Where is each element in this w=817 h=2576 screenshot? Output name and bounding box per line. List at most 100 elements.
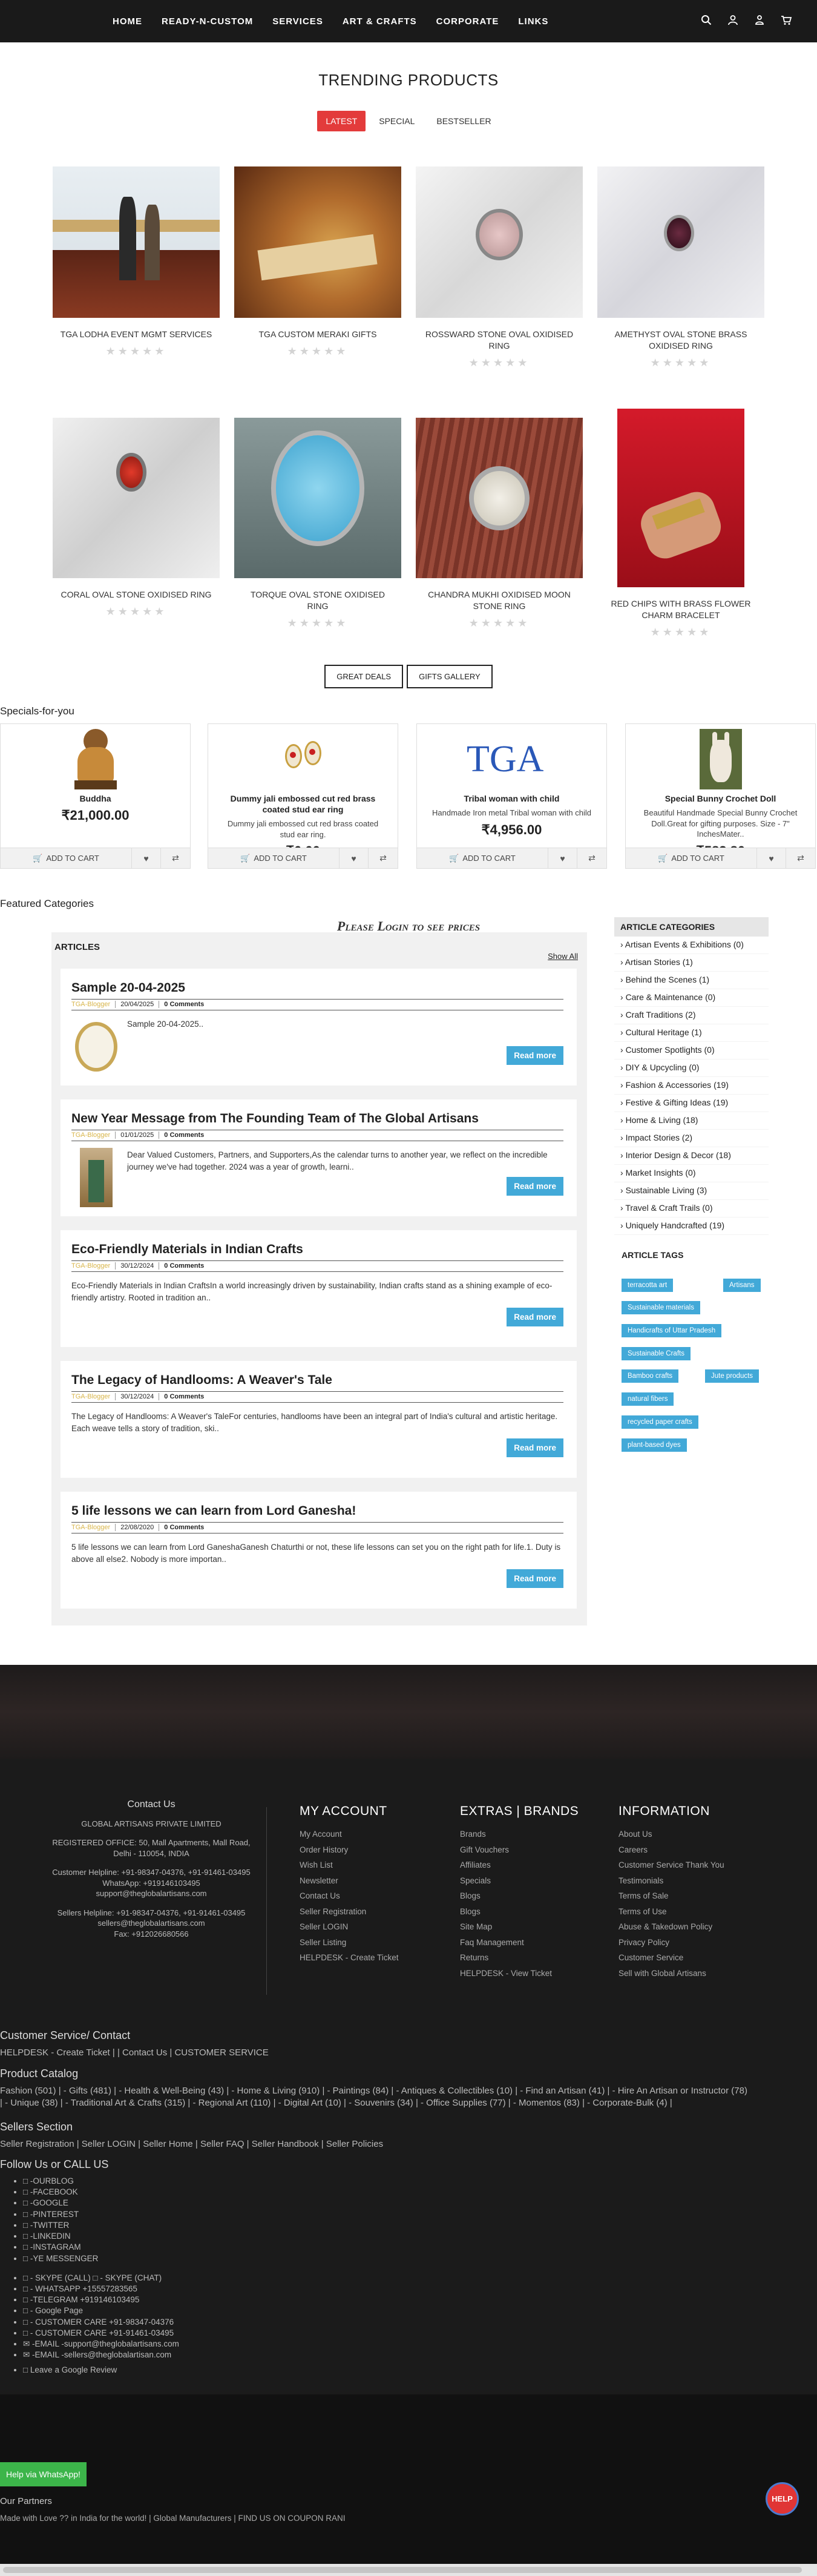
special-product-name[interactable]: Buddha (1, 793, 190, 804)
contact-link[interactable]: □ - SKYPE (CALL) □ - SKYPE (CHAT) (23, 2273, 817, 2284)
product-name[interactable]: CHANDRA MUKHI OXIDISED MOON STONE RING (416, 589, 583, 612)
article-category-item[interactable]: DIY & Upcycling (0) (614, 1059, 769, 1077)
wishlist-heart-icon[interactable]: ♥ (757, 848, 786, 868)
footer-link[interactable]: Order History (300, 1845, 399, 1861)
support-email[interactable]: support@theglobalartisans.com (48, 1888, 254, 1899)
nav-item-home[interactable]: HOME (103, 16, 152, 27)
search-icon[interactable] (700, 13, 713, 27)
article-category-item[interactable]: Customer Spotlights (0) (614, 1042, 769, 1059)
read-more-button[interactable]: Read more (507, 1046, 563, 1065)
tab-special[interactable]: SPECIAL (370, 111, 423, 131)
social-link[interactable]: □ -TWITTER (23, 2220, 817, 2231)
article-category-item[interactable]: Uniquely Handcrafted (19) (614, 1217, 769, 1235)
read-more-button[interactable]: Read more (507, 1308, 563, 1326)
article-category-item[interactable]: Impact Stories (2) (614, 1130, 769, 1147)
product-image[interactable] (234, 418, 401, 578)
special-product-image[interactable] (697, 729, 745, 789)
article-category-item[interactable]: Home & Living (18) (614, 1112, 769, 1130)
nav-item-services[interactable]: SERVICES (263, 16, 333, 27)
footer-link[interactable]: Sell with Global Artisans (618, 1969, 724, 1985)
article-category-item[interactable]: Sustainable Living (3) (614, 1182, 769, 1200)
show-all-link[interactable]: Show All (548, 952, 578, 961)
nav-item-links[interactable]: LINKS (508, 16, 558, 27)
special-product-image[interactable]: TGA (460, 729, 563, 789)
article-category-item[interactable]: Market Insights (0) (614, 1165, 769, 1182)
special-product-card[interactable]: TGA Tribal woman with child Handmade Iron … (416, 723, 607, 869)
cart-icon[interactable] (779, 13, 793, 27)
article-tag[interactable]: terracotta art (622, 1279, 674, 1292)
footer-link[interactable]: Privacy Policy (618, 1938, 724, 1954)
special-product-image[interactable] (71, 729, 120, 789)
article-category-item[interactable]: Cultural Heritage (1) (614, 1024, 769, 1042)
article-comments[interactable]: 0 Comments (159, 1262, 204, 1270)
product-image[interactable] (416, 418, 583, 578)
article-author[interactable]: TGA-Blogger (71, 1001, 116, 1008)
product-card[interactable]: TGA LODHA EVENT MGMT SERVICES ★★★★★ (53, 166, 220, 358)
product-image[interactable] (53, 166, 220, 318)
wishlist-heart-icon[interactable]: ♥ (132, 848, 161, 868)
footer-link[interactable]: Blogs (460, 1907, 579, 1923)
footer-link[interactable]: Seller LOGIN (300, 1922, 399, 1938)
article-category-item[interactable]: Festive & Gifting Ideas (19) (614, 1095, 769, 1112)
footer-link[interactable]: HELPDESK - Create Ticket (300, 1953, 399, 1969)
article-category-item[interactable]: Fashion & Accessories (19) (614, 1077, 769, 1095)
footer-link[interactable]: Specials (460, 1876, 579, 1892)
footer-link[interactable]: Site Map (460, 1922, 579, 1938)
compare-icon[interactable]: ⇄ (161, 848, 190, 868)
google-review-link[interactable]: □ Leave a Google Review (23, 2365, 817, 2376)
product-image[interactable] (597, 166, 764, 318)
product-name[interactable]: AMETHYST OVAL STONE BRASS OXIDISED RING (597, 329, 764, 352)
footer-link[interactable]: Abuse & Takedown Policy (618, 1922, 724, 1938)
product-card[interactable]: TGA CUSTOM MERAKI GIFTS ★★★★★ (234, 166, 401, 358)
catalog-line-1[interactable]: Fashion (501) | - Gifts (481) | - Health… (0, 2085, 817, 2097)
product-card[interactable]: CORAL OVAL STONE OXIDISED RING ★★★★★ (53, 418, 220, 618)
customer-service-links[interactable]: HELPDESK - Create Ticket | | Contact Us … (0, 2047, 817, 2059)
footer-link[interactable]: Gift Vouchers (460, 1845, 579, 1861)
article-thumbnail[interactable] (71, 1017, 121, 1076)
contact-link[interactable]: □ - CUSTOMER CARE +91-98347-04376 (23, 2317, 817, 2328)
read-more-button[interactable]: Read more (507, 1177, 563, 1196)
wishlist-heart-icon[interactable]: ♥ (548, 848, 577, 868)
article-title[interactable]: New Year Message from The Founding Team … (71, 1112, 479, 1126)
product-image[interactable] (53, 418, 220, 578)
user-icon[interactable] (726, 13, 740, 27)
social-link[interactable]: □ -LINKEDIN (23, 2231, 817, 2242)
article-tag[interactable]: Sustainable materials (622, 1301, 700, 1314)
social-link[interactable]: □ -FACEBOOK (23, 2187, 817, 2198)
sellers-email[interactable]: sellers@theglobalartisans.com (48, 1918, 254, 1929)
article-category-item[interactable]: Artisan Events & Exhibitions (0) (614, 937, 769, 954)
article-tag[interactable]: natural fibers (622, 1392, 674, 1406)
contact-link[interactable]: □ -TELEGRAM +919146103495 (23, 2294, 817, 2305)
add-to-cart-button[interactable]: 🛒 ADD TO CART (626, 848, 757, 868)
special-product-name[interactable]: Dummy jali embossed cut red brass coated… (208, 793, 398, 815)
article-tag[interactable]: Handicrafts of Uttar Pradesh (622, 1324, 722, 1337)
footer-link[interactable]: HELPDESK - View Ticket (460, 1969, 579, 1985)
social-link[interactable]: □ -YE MESSENGER (23, 2253, 817, 2264)
contact-link[interactable]: □ - Google Page (23, 2305, 817, 2316)
article-title[interactable]: Sample 20-04-2025 (71, 981, 185, 995)
social-link[interactable]: □ -GOOGLE (23, 2198, 817, 2209)
footer-link[interactable]: Faq Management (460, 1938, 579, 1954)
footer-link[interactable]: Seller Listing (300, 1938, 399, 1954)
special-product-card[interactable]: Dummy jali embossed cut red brass coated… (208, 723, 398, 869)
tab-latest[interactable]: LATEST (317, 111, 366, 131)
article-title[interactable]: Eco-Friendly Materials in Indian Crafts (71, 1242, 303, 1257)
help-chat-badge[interactable]: HELP (766, 2482, 799, 2515)
special-product-image[interactable] (279, 729, 327, 789)
add-to-cart-button[interactable]: 🛒 ADD TO CART (208, 848, 340, 868)
special-product-name[interactable]: Tribal woman with child (417, 793, 606, 804)
article-comments[interactable]: 0 Comments (159, 1524, 204, 1531)
sellers-links[interactable]: Seller Registration | Seller LOGIN | Sel… (0, 2138, 817, 2150)
add-to-cart-button[interactable]: 🛒 ADD TO CART (417, 848, 548, 868)
article-title[interactable]: 5 life lessons we can learn from Lord Ga… (71, 1504, 356, 1518)
footer-link[interactable]: Testimonials (618, 1876, 724, 1892)
add-to-cart-button[interactable]: 🛒 ADD TO CART (1, 848, 132, 868)
article-author[interactable]: TGA-Blogger (71, 1132, 116, 1139)
article-author[interactable]: TGA-Blogger (71, 1393, 116, 1400)
footer-link[interactable]: Customer Service (618, 1953, 724, 1969)
footer-link[interactable]: Returns (460, 1953, 579, 1969)
article-tag[interactable]: Jute products (705, 1369, 760, 1383)
compare-icon[interactable]: ⇄ (577, 848, 606, 868)
footer-link[interactable]: Contact Us (300, 1891, 399, 1907)
product-image[interactable] (234, 166, 401, 318)
